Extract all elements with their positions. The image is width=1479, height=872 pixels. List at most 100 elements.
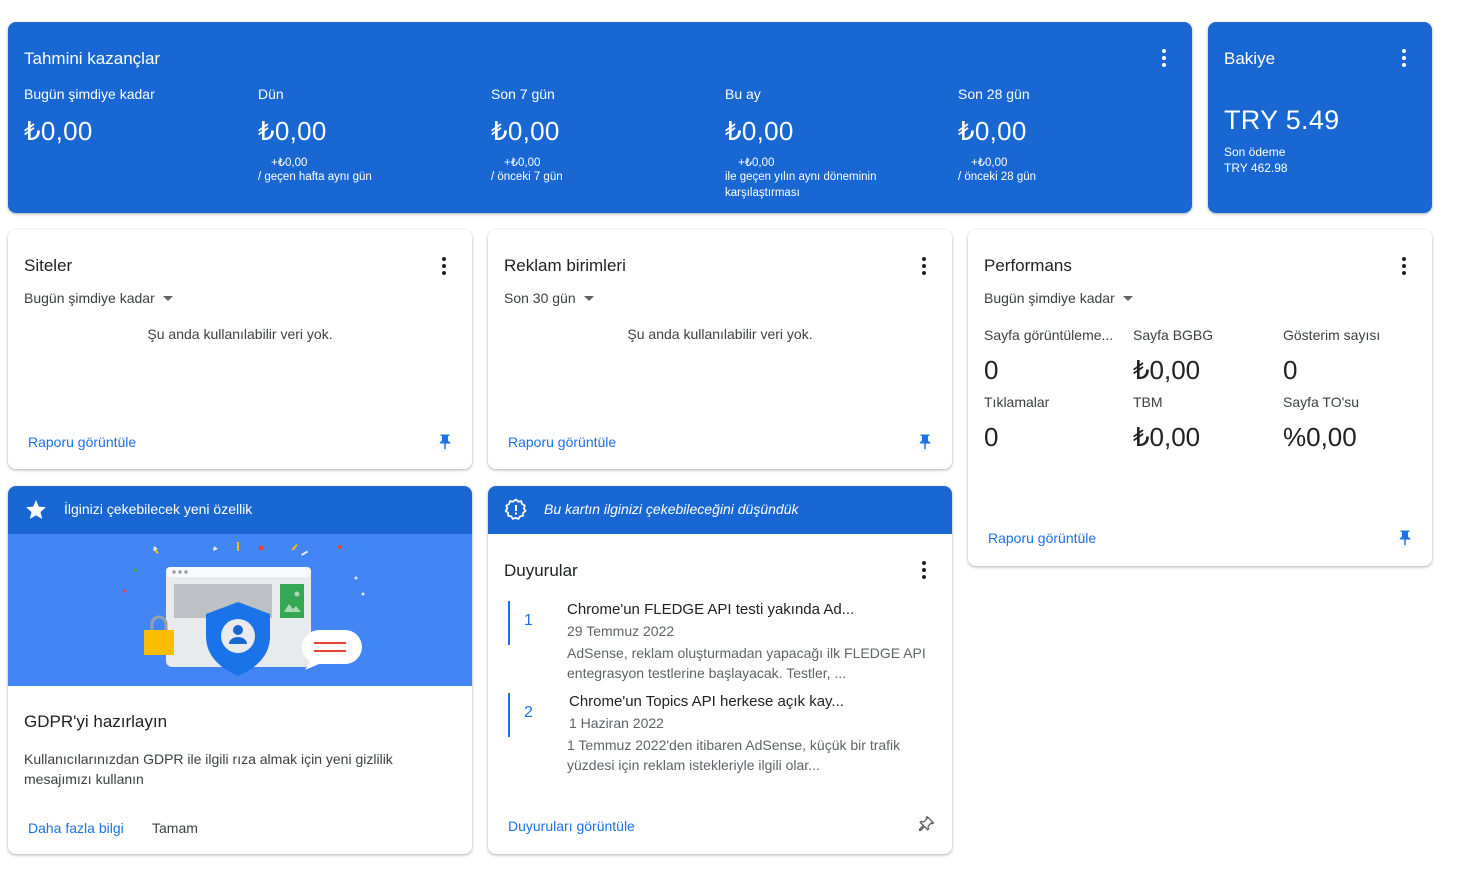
- announcement-item[interactable]: 2 Chrome'un Topics API herkese açık kay.…: [508, 693, 928, 775]
- metric-page-ctr: Sayfa TO'su %0,00: [1283, 394, 1423, 453]
- gdpr-illustration: [8, 534, 472, 686]
- sites-menu-icon[interactable]: [432, 254, 456, 278]
- sites-card: Siteler Bugün şimdiye kadar Şu anda kull…: [8, 230, 472, 469]
- ad-units-title: Reklam birimleri: [504, 256, 626, 275]
- announcements-header: Bu kartın ilginizi çekebileceğini düşünd…: [488, 486, 952, 534]
- earnings-change: +₺0,00: [504, 157, 541, 169]
- metric-cpc: TBM ₺0,00: [1133, 394, 1273, 453]
- estimated-earnings-card: Tahmini kazançlar Bugün şimdiye kadar ₺0…: [8, 22, 1192, 213]
- announcement-title: Chrome'un FLEDGE API testi yakında Ad...: [567, 601, 855, 618]
- metric-label: Gösterim sayısı: [1283, 327, 1381, 343]
- metric-value: ₺0,00: [1133, 422, 1201, 452]
- earnings-compare: ile geçen yılın aynı döneminin karşılaşt…: [725, 171, 877, 199]
- feature-description: Kullanıcılarınızdan GDPR ile ilgili rıza…: [24, 751, 393, 787]
- dismiss-button[interactable]: Tamam: [152, 820, 198, 836]
- ad-units-card: Reklam birimleri Son 30 gün Şu anda kull…: [488, 230, 952, 469]
- metric-value: 0: [984, 422, 999, 452]
- earnings-compare: / önceki 28 gün: [958, 171, 1037, 183]
- announcement-number: 2: [524, 704, 533, 721]
- earnings-value: ₺0,00: [491, 116, 560, 146]
- metric-clicks: Tıklamalar 0: [984, 394, 1124, 453]
- sites-empty-message: Şu anda kullanılabilir veri yok.: [147, 326, 333, 342]
- earnings-title: Tahmini kazançlar: [24, 49, 161, 68]
- last-payment-label: Son ödeme: [1224, 145, 1286, 159]
- earnings-compare: / geçen hafta aynı gün: [258, 171, 372, 183]
- earnings-change: +₺0,00: [971, 157, 1008, 169]
- announcement-date: 1 Haziran 2022: [569, 715, 664, 731]
- earnings-compare: / önceki 7 gün: [491, 171, 563, 183]
- announcements-menu-icon[interactable]: [912, 558, 936, 582]
- sites-title: Siteler: [24, 256, 73, 275]
- pin-icon[interactable]: [436, 433, 454, 451]
- announcement-title: Chrome'un Topics API herkese açık kay...: [569, 693, 844, 710]
- earnings-menu-icon[interactable]: [1152, 46, 1176, 70]
- metric-value: %0,00: [1283, 422, 1357, 452]
- gdpr-illustration-graphic: [123, 542, 365, 676]
- earnings-last-7-days: Son 7 gün ₺0,00 +₺0,00 / önceki 7 gün: [491, 86, 711, 185]
- earnings-label: Son 28 gün: [958, 86, 1030, 102]
- metric-value: 0: [1283, 355, 1298, 385]
- last-payment-value: TRY 462.98: [1224, 161, 1288, 175]
- balance-title: Bakiye: [1224, 49, 1276, 68]
- performance-title: Performans: [984, 256, 1072, 275]
- sites-view-report-link[interactable]: Raporu görüntüle: [28, 434, 136, 450]
- announcements-card: Bu kartın ilginizi çekebileceğini düşünd…: [488, 486, 952, 854]
- announcement-accent-bar: [508, 693, 510, 737]
- sites-range-dropdown[interactable]: Bugün şimdiye kadar: [24, 290, 173, 306]
- metric-label: Sayfa BGBG: [1133, 327, 1214, 343]
- performance-card: Performans Bugün şimdiye kadar Sayfa gör…: [968, 230, 1432, 566]
- performance-menu-icon[interactable]: [1392, 254, 1416, 278]
- announcement-body: AdSense, reklam oluşturmadan yapacağı il…: [567, 645, 926, 681]
- metric-page-rpm: Sayfa BGBG ₺0,00: [1133, 327, 1273, 386]
- feature-title: GDPR'yi hazırlayın: [24, 712, 168, 731]
- performance-view-report-link[interactable]: Raporu görüntüle: [988, 530, 1096, 546]
- earnings-value: ₺0,00: [725, 116, 794, 146]
- earnings-last-28-days: Son 28 gün ₺0,00 +₺0,00 / önceki 28 gün: [958, 86, 1178, 185]
- sites-range-label: Bugün şimdiye kadar: [24, 290, 155, 306]
- pin-icon[interactable]: [916, 433, 934, 451]
- ad-units-menu-icon[interactable]: [912, 254, 936, 278]
- announcement-body: 1 Temmuz 2022'den itibaren AdSense, küçü…: [567, 737, 901, 773]
- announcement-accent-bar: [508, 601, 510, 645]
- ad-units-range-dropdown[interactable]: Son 30 gün: [504, 290, 594, 306]
- earnings-value: ₺0,00: [258, 116, 327, 146]
- announcements-title: Duyurular: [504, 561, 578, 580]
- settings-badge-icon: [504, 498, 527, 520]
- performance-range-dropdown[interactable]: Bugün şimdiye kadar: [984, 290, 1133, 306]
- earnings-today: Bugün şimdiye kadar ₺0,00: [24, 86, 244, 147]
- metric-label: TBM: [1133, 394, 1163, 410]
- earnings-yesterday: Dün ₺0,00 +₺0,00 / geçen hafta aynı gün: [258, 86, 478, 185]
- metric-page-views: Sayfa görüntüleme... 0: [984, 327, 1118, 386]
- metric-value: 0: [984, 355, 999, 385]
- metric-label: Tıklamalar: [984, 394, 1050, 410]
- dropdown-arrow-icon: [162, 295, 173, 301]
- view-announcements-link[interactable]: Duyuruları görüntüle: [508, 818, 635, 834]
- earnings-change: +₺0,00: [271, 157, 308, 169]
- star-icon: [26, 500, 46, 519]
- dropdown-arrow-icon: [1122, 295, 1133, 301]
- earnings-this-month: Bu ay ₺0,00 +₺0,00 ile geçen yılın aynı …: [725, 86, 905, 201]
- announcement-date: 29 Temmuz 2022: [567, 623, 675, 639]
- pin-outline-icon[interactable]: [916, 816, 934, 834]
- feature-header-text: İlginizi çekebilecek yeni özellik: [64, 501, 253, 517]
- ad-units-range-label: Son 30 gün: [504, 290, 576, 306]
- announcement-item[interactable]: 1 Chrome'un FLEDGE API testi yakında Ad.…: [508, 601, 928, 683]
- pin-icon[interactable]: [1396, 529, 1414, 547]
- metric-label: Sayfa görüntüleme...: [984, 327, 1114, 343]
- performance-range-label: Bugün şimdiye kadar: [984, 290, 1115, 306]
- earnings-change: +₺0,00: [738, 157, 775, 169]
- earnings-label: Son 7 gün: [491, 86, 555, 102]
- ad-units-view-report-link[interactable]: Raporu görüntüle: [508, 434, 616, 450]
- balance-amount: TRY 5.49: [1224, 105, 1340, 135]
- earnings-value: ₺0,00: [958, 116, 1027, 146]
- earnings-label: Dün: [258, 86, 284, 102]
- dropdown-arrow-icon: [583, 295, 594, 301]
- announcements-header-text: Bu kartın ilginizi çekebileceğini düşünd…: [544, 501, 799, 517]
- balance-card: Bakiye TRY 5.49 Son ödeme TRY 462.98: [1208, 22, 1432, 213]
- metric-value: ₺0,00: [1133, 355, 1201, 385]
- metric-label: Sayfa TO'su: [1283, 394, 1360, 410]
- learn-more-link[interactable]: Daha fazla bilgi: [28, 820, 124, 836]
- new-feature-card: İlginizi çekebilecek yeni özellik GDPR'y…: [8, 486, 472, 854]
- ad-units-empty-message: Şu anda kullanılabilir veri yok.: [627, 326, 813, 342]
- balance-menu-icon[interactable]: [1392, 46, 1416, 70]
